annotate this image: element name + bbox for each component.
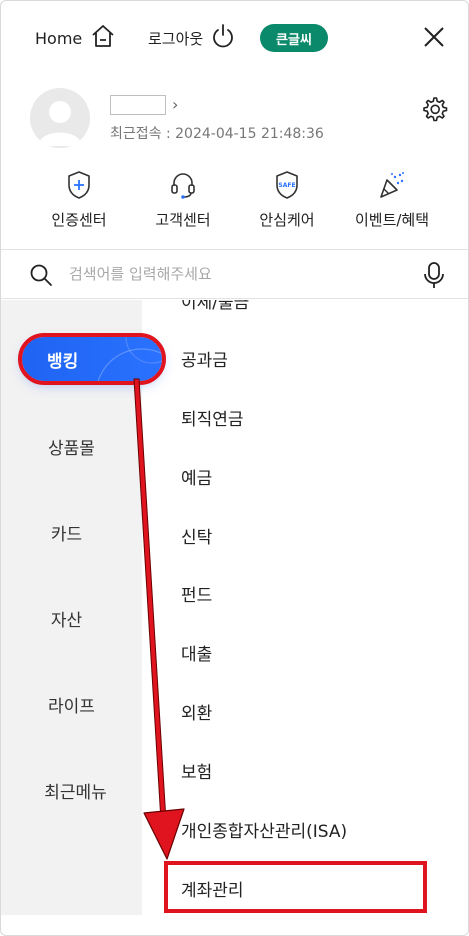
- gear-icon[interactable]: [420, 95, 448, 123]
- quick-item-label: 이벤트/혜택: [354, 211, 430, 229]
- headset-icon: [133, 169, 233, 201]
- submenu-item-isa[interactable]: 개인종합자산관리(ISA): [181, 817, 347, 842]
- big-font-button[interactable]: 큰글씨: [260, 24, 328, 52]
- submenu-item-deposit[interactable]: 예금: [181, 464, 212, 489]
- category-item-recent-menu[interactable]: 최근메뉴: [1, 778, 142, 803]
- submenu-item-loan[interactable]: 대출: [181, 640, 212, 665]
- submenu-item-utility-bills[interactable]: 공과금: [181, 346, 228, 371]
- quick-item-label: 고객센터: [155, 211, 211, 229]
- last-login-text: 최근접속 : 2024-04-15 21:48:36: [110, 126, 324, 142]
- microphone-icon[interactable]: [423, 261, 445, 293]
- submenu-item-forex[interactable]: 외환: [181, 699, 212, 724]
- quick-item-events[interactable]: 이벤트/혜택: [342, 169, 442, 230]
- submenu-item-fund[interactable]: 펀드: [181, 581, 212, 606]
- quick-menu: 인증센터 고객센터 SAFE 안심케어 이벤트/혜택: [1, 169, 468, 233]
- quick-item-label: 안심케어: [259, 211, 315, 229]
- category-item-card[interactable]: 카드: [1, 520, 142, 545]
- category-item-life[interactable]: 라이프: [1, 692, 142, 717]
- category-item-assets[interactable]: 자산: [1, 606, 142, 631]
- home-button[interactable]: Home: [35, 23, 116, 53]
- quick-item-label: 인증센터: [51, 211, 107, 229]
- category-column: 상품몰 카드 자산 라이프 최근메뉴: [1, 300, 142, 915]
- quick-item-customer-center[interactable]: 고객센터: [133, 169, 233, 230]
- annotation-highlight-account-management: [164, 861, 427, 913]
- submenu-item-pension[interactable]: 퇴직연금: [181, 405, 244, 430]
- category-item-shopping[interactable]: 상품몰: [1, 434, 142, 459]
- quick-item-safe-care[interactable]: SAFE 안심케어: [237, 169, 337, 230]
- top-bar: Home 로그아웃 큰글씨: [1, 1, 468, 73]
- shield-plus-icon: [29, 169, 129, 201]
- user-name-box[interactable]: [110, 95, 166, 115]
- logout-button[interactable]: 로그아웃: [148, 23, 235, 53]
- logout-label: 로그아웃: [148, 29, 204, 48]
- close-icon[interactable]: [422, 25, 446, 49]
- party-popper-icon: [342, 169, 442, 201]
- avatar[interactable]: [30, 88, 90, 148]
- search-bar: [1, 249, 468, 299]
- svg-text:SAFE: SAFE: [278, 182, 295, 189]
- submenu-item-transfer[interactable]: 이체/출금: [181, 300, 249, 313]
- quick-item-auth-center[interactable]: 인증센터: [29, 169, 129, 230]
- search-input[interactable]: [69, 262, 399, 286]
- search-icon[interactable]: [29, 263, 53, 291]
- chevron-right-icon[interactable]: ›: [172, 95, 178, 114]
- submenu-item-trust[interactable]: 신탁: [181, 523, 212, 548]
- safe-shield-icon: SAFE: [237, 169, 337, 201]
- app-frame: Home 로그아웃 큰글씨 › 최근접속: 2024-04-15 21:48:…: [0, 0, 469, 936]
- annotation-highlight-banking: [18, 333, 166, 385]
- home-icon: [90, 23, 116, 53]
- home-label: Home: [35, 28, 83, 48]
- submenu-column: 이체/출금 공과금 퇴직연금 예금 신탁 펀드 대출 외환 보험 개인종합자산관…: [142, 300, 468, 915]
- power-icon: [211, 23, 235, 53]
- submenu-item-insurance[interactable]: 보험: [181, 758, 212, 783]
